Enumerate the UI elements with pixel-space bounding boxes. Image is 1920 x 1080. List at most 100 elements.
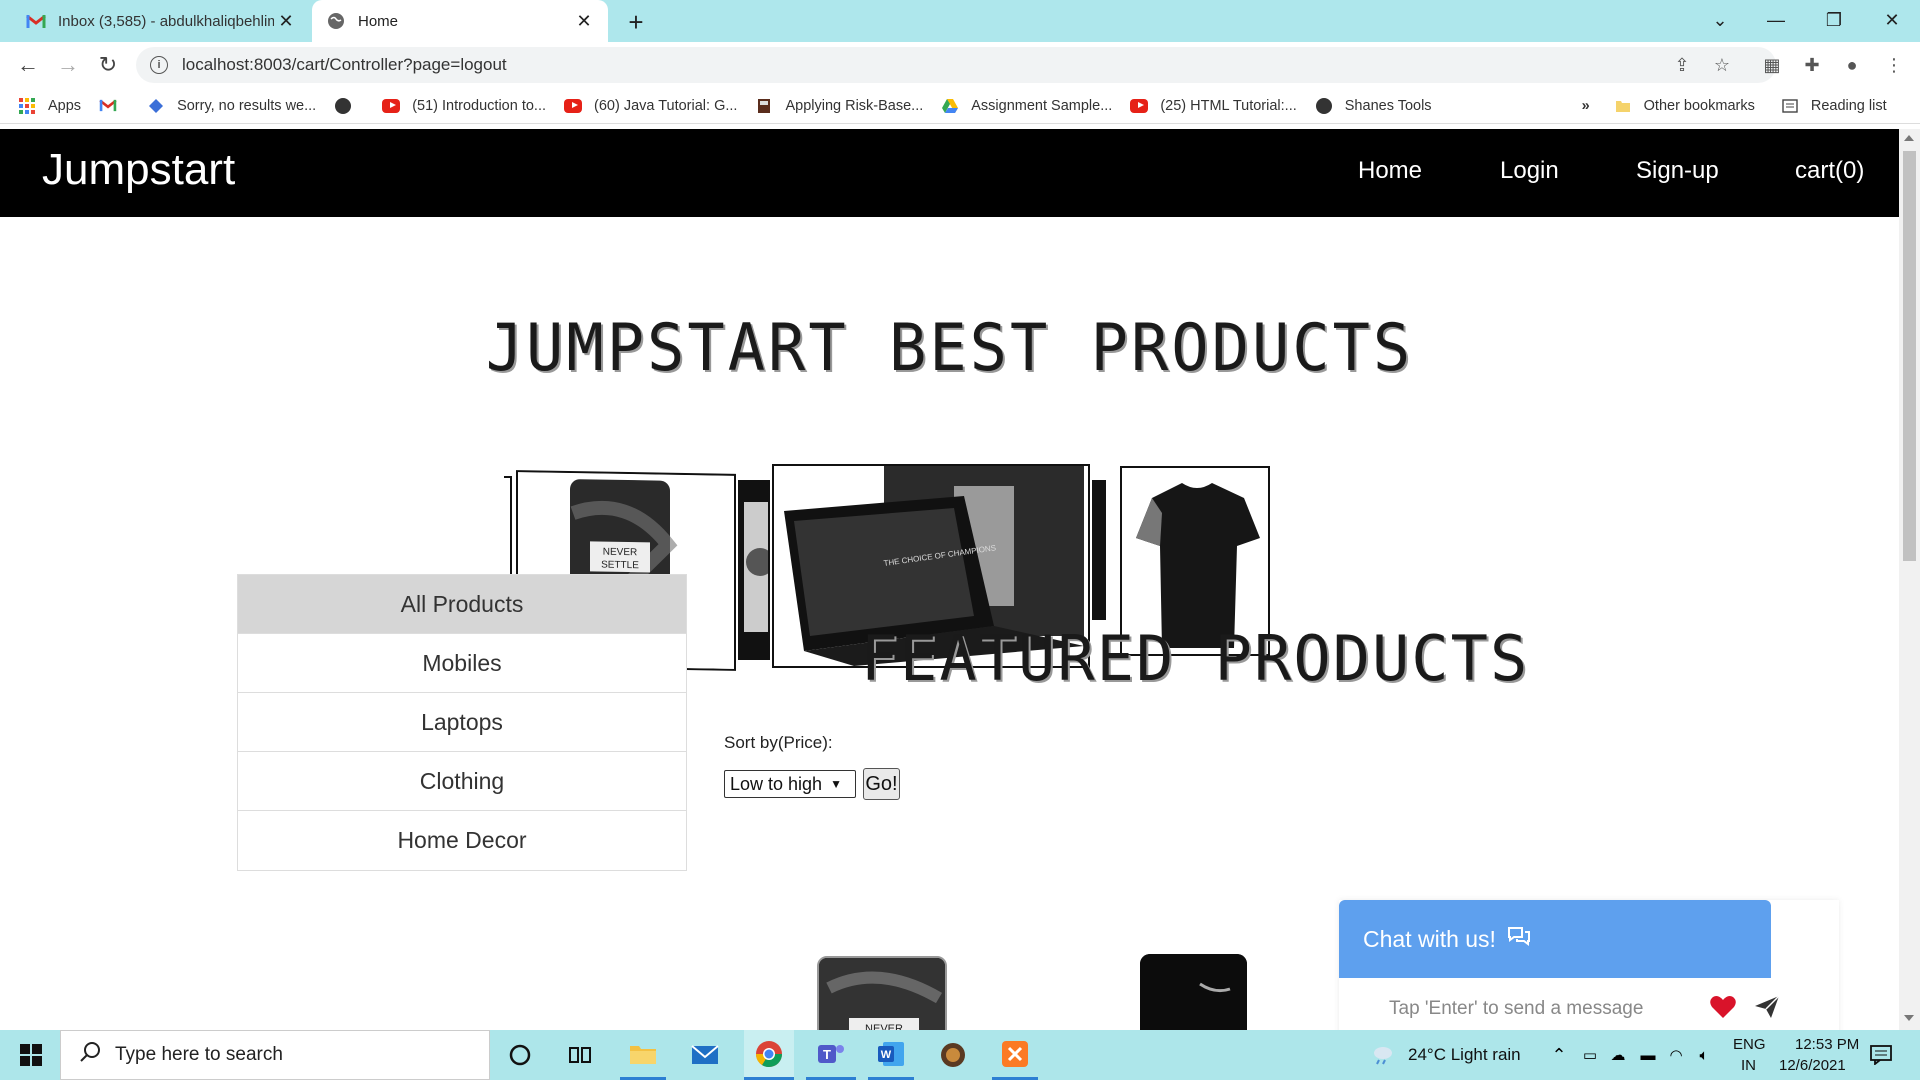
- diamond-icon: [147, 98, 165, 114]
- bookmark-other-bookmarks[interactable]: Other bookmarks: [1614, 98, 1755, 114]
- menu-kebab-icon[interactable]: ⋮: [1878, 49, 1910, 81]
- tab-title: Inbox (3,585) - abdulkhaliqbehlim: [58, 12, 274, 30]
- bookmark-applying-risk[interactable]: Applying Risk-Base...: [755, 98, 923, 114]
- extension-manager-icon[interactable]: ▦: [1756, 49, 1788, 81]
- send-icon[interactable]: [1753, 994, 1783, 1024]
- taskbar-search[interactable]: Type here to search: [60, 1030, 490, 1080]
- cortana-icon[interactable]: [502, 1030, 538, 1080]
- windows-taskbar: Type here to search T W 24°C Light rain …: [0, 1030, 1920, 1080]
- bookmark-globe[interactable]: [334, 97, 364, 114]
- category-mobiles[interactable]: Mobiles: [238, 634, 686, 693]
- category-laptops[interactable]: Laptops: [238, 693, 686, 752]
- globe-icon: [1315, 97, 1333, 114]
- close-window-icon[interactable]: ✕: [1864, 0, 1920, 40]
- svg-text:SETTLE: SETTLE: [601, 560, 639, 572]
- close-tab-icon[interactable]: ✕: [572, 9, 596, 33]
- category-home-decor[interactable]: Home Decor: [238, 811, 686, 870]
- tab-inbox[interactable]: Inbox (3,585) - abdulkhaliqbehlim ✕: [12, 0, 310, 42]
- bookmark-label: Assignment Sample...: [971, 97, 1113, 114]
- reading-list-icon: [1781, 98, 1799, 114]
- forward-icon[interactable]: →: [52, 49, 84, 81]
- bookmark-introduction[interactable]: (51) Introduction to...: [382, 98, 546, 114]
- sort-select-value: Low to high: [730, 773, 823, 794]
- more-bookmarks-chevron[interactable]: »: [1582, 98, 1590, 114]
- mail-icon[interactable]: [682, 1030, 728, 1080]
- bookmark-star-icon[interactable]: ☆: [1706, 49, 1738, 81]
- bookmark-html-tutorial[interactable]: (25) HTML Tutorial:...: [1130, 97, 1297, 114]
- bookmark-gmail[interactable]: [99, 98, 129, 114]
- windows-start-icon[interactable]: [8, 1030, 54, 1080]
- chat-bubbles-icon: [1506, 925, 1532, 953]
- youtube-icon: [1130, 98, 1149, 114]
- chrome-icon[interactable]: [744, 1030, 794, 1080]
- reading-list[interactable]: Reading list: [1781, 98, 1887, 114]
- sort-select[interactable]: Low to high ▼: [724, 770, 856, 798]
- minimize-icon[interactable]: —: [1748, 0, 1804, 40]
- category-clothing[interactable]: Clothing: [238, 752, 686, 811]
- volume-icon[interactable]: 🔈︎: [1692, 1030, 1716, 1080]
- apps-icon: [18, 97, 36, 114]
- close-tab-icon[interactable]: ✕: [274, 9, 298, 33]
- nav-home-link[interactable]: Home: [1358, 157, 1422, 185]
- search-icon: [79, 1041, 101, 1069]
- category-all-products[interactable]: All Products: [238, 575, 686, 634]
- puzzle-extensions-icon[interactable]: ✚: [1796, 49, 1828, 81]
- onedrive-icon[interactable]: ☁: [1606, 1030, 1630, 1080]
- bookmark-label: (51) Introduction to...: [412, 97, 546, 114]
- bookmark-apps[interactable]: Apps: [18, 97, 82, 114]
- tray-chevron-up-icon[interactable]: ⌃: [1548, 1030, 1570, 1080]
- battery-icon[interactable]: ▬: [1636, 1030, 1660, 1080]
- nav-signup-link[interactable]: Sign-up: [1636, 157, 1719, 185]
- chat-header[interactable]: Chat with us!: [1339, 900, 1771, 978]
- share-icon[interactable]: ⇪: [1666, 49, 1698, 81]
- chat-widget: Chat with us! Tap 'Enter' to send a mess…: [1339, 900, 1839, 1030]
- nav-cart-link[interactable]: cart(0): [1795, 157, 1864, 185]
- teams-icon[interactable]: T: [806, 1030, 856, 1080]
- heart-icon[interactable]: [1709, 994, 1739, 1024]
- product-card-phone[interactable]: NEVER: [817, 956, 947, 1030]
- bookmark-label: Other bookmarks: [1643, 97, 1755, 114]
- bookmark-label: Apps: [48, 97, 82, 114]
- bookmark-java-tutorial[interactable]: (60) Java Tutorial: G...: [564, 98, 737, 114]
- new-tab-button[interactable]: +: [620, 6, 652, 38]
- scrollbar-thumb[interactable]: [1903, 151, 1916, 561]
- bookmark-shanes-tools[interactable]: Shanes Tools: [1315, 97, 1432, 114]
- notifications-icon[interactable]: [1866, 1030, 1896, 1080]
- bookmark-label: (25) HTML Tutorial:...: [1160, 97, 1297, 114]
- brand-logo[interactable]: Jumpstart: [42, 145, 235, 195]
- weather-icon[interactable]: [1368, 1030, 1398, 1080]
- chat-message-input[interactable]: Tap 'Enter' to send a message: [1375, 984, 1697, 1030]
- restore-icon[interactable]: ❐: [1806, 0, 1862, 40]
- reload-icon[interactable]: ↻: [92, 49, 124, 81]
- address-bar[interactable]: i localhost:8003/cart/Controller?page=lo…: [136, 47, 1776, 83]
- file-explorer-icon[interactable]: [620, 1030, 666, 1080]
- tab-home[interactable]: Home ✕: [312, 0, 608, 42]
- page-scrollbar[interactable]: [1899, 129, 1920, 1030]
- phone-thumbnail: NEVER: [819, 958, 945, 1030]
- profile-icon[interactable]: ●: [1836, 49, 1868, 81]
- clock-date: 12/6/2021: [1779, 1057, 1846, 1074]
- task-view-icon[interactable]: [562, 1030, 598, 1080]
- bookmark-sorry-no-results[interactable]: Sorry, no results we...: [147, 98, 316, 114]
- scroll-down-icon[interactable]: [1904, 1015, 1914, 1021]
- scroll-up-icon[interactable]: [1904, 135, 1914, 141]
- clock-time[interactable]: 12:53 PM: [1795, 1036, 1859, 1053]
- tab-search-chevron-icon[interactable]: ⌄: [1692, 0, 1748, 40]
- game-app-icon[interactable]: [930, 1030, 976, 1080]
- nav-login-link[interactable]: Login: [1500, 157, 1559, 185]
- back-icon[interactable]: ←: [12, 49, 44, 81]
- tray-device-icon[interactable]: ▭: [1578, 1030, 1602, 1080]
- product-card-phone-2[interactable]: [1140, 954, 1247, 1030]
- bookmark-assignment-sample[interactable]: Assignment Sample...: [941, 98, 1112, 114]
- taskbar-search-placeholder: Type here to search: [115, 1044, 283, 1065]
- featured-title: FEATURED PRODUCTS: [860, 622, 1530, 695]
- weather-text[interactable]: 24°C Light rain: [1408, 1045, 1521, 1065]
- hero-title: JUMPSTART BEST PRODUCTS: [485, 309, 1414, 386]
- site-info-icon[interactable]: i: [150, 56, 168, 74]
- input-language[interactable]: ENG: [1733, 1036, 1766, 1053]
- wifi-icon[interactable]: ◠: [1664, 1030, 1688, 1080]
- youtube-icon: [382, 98, 401, 114]
- xampp-icon[interactable]: [992, 1030, 1038, 1080]
- go-button[interactable]: Go!: [863, 768, 900, 800]
- word-icon[interactable]: W: [868, 1030, 914, 1080]
